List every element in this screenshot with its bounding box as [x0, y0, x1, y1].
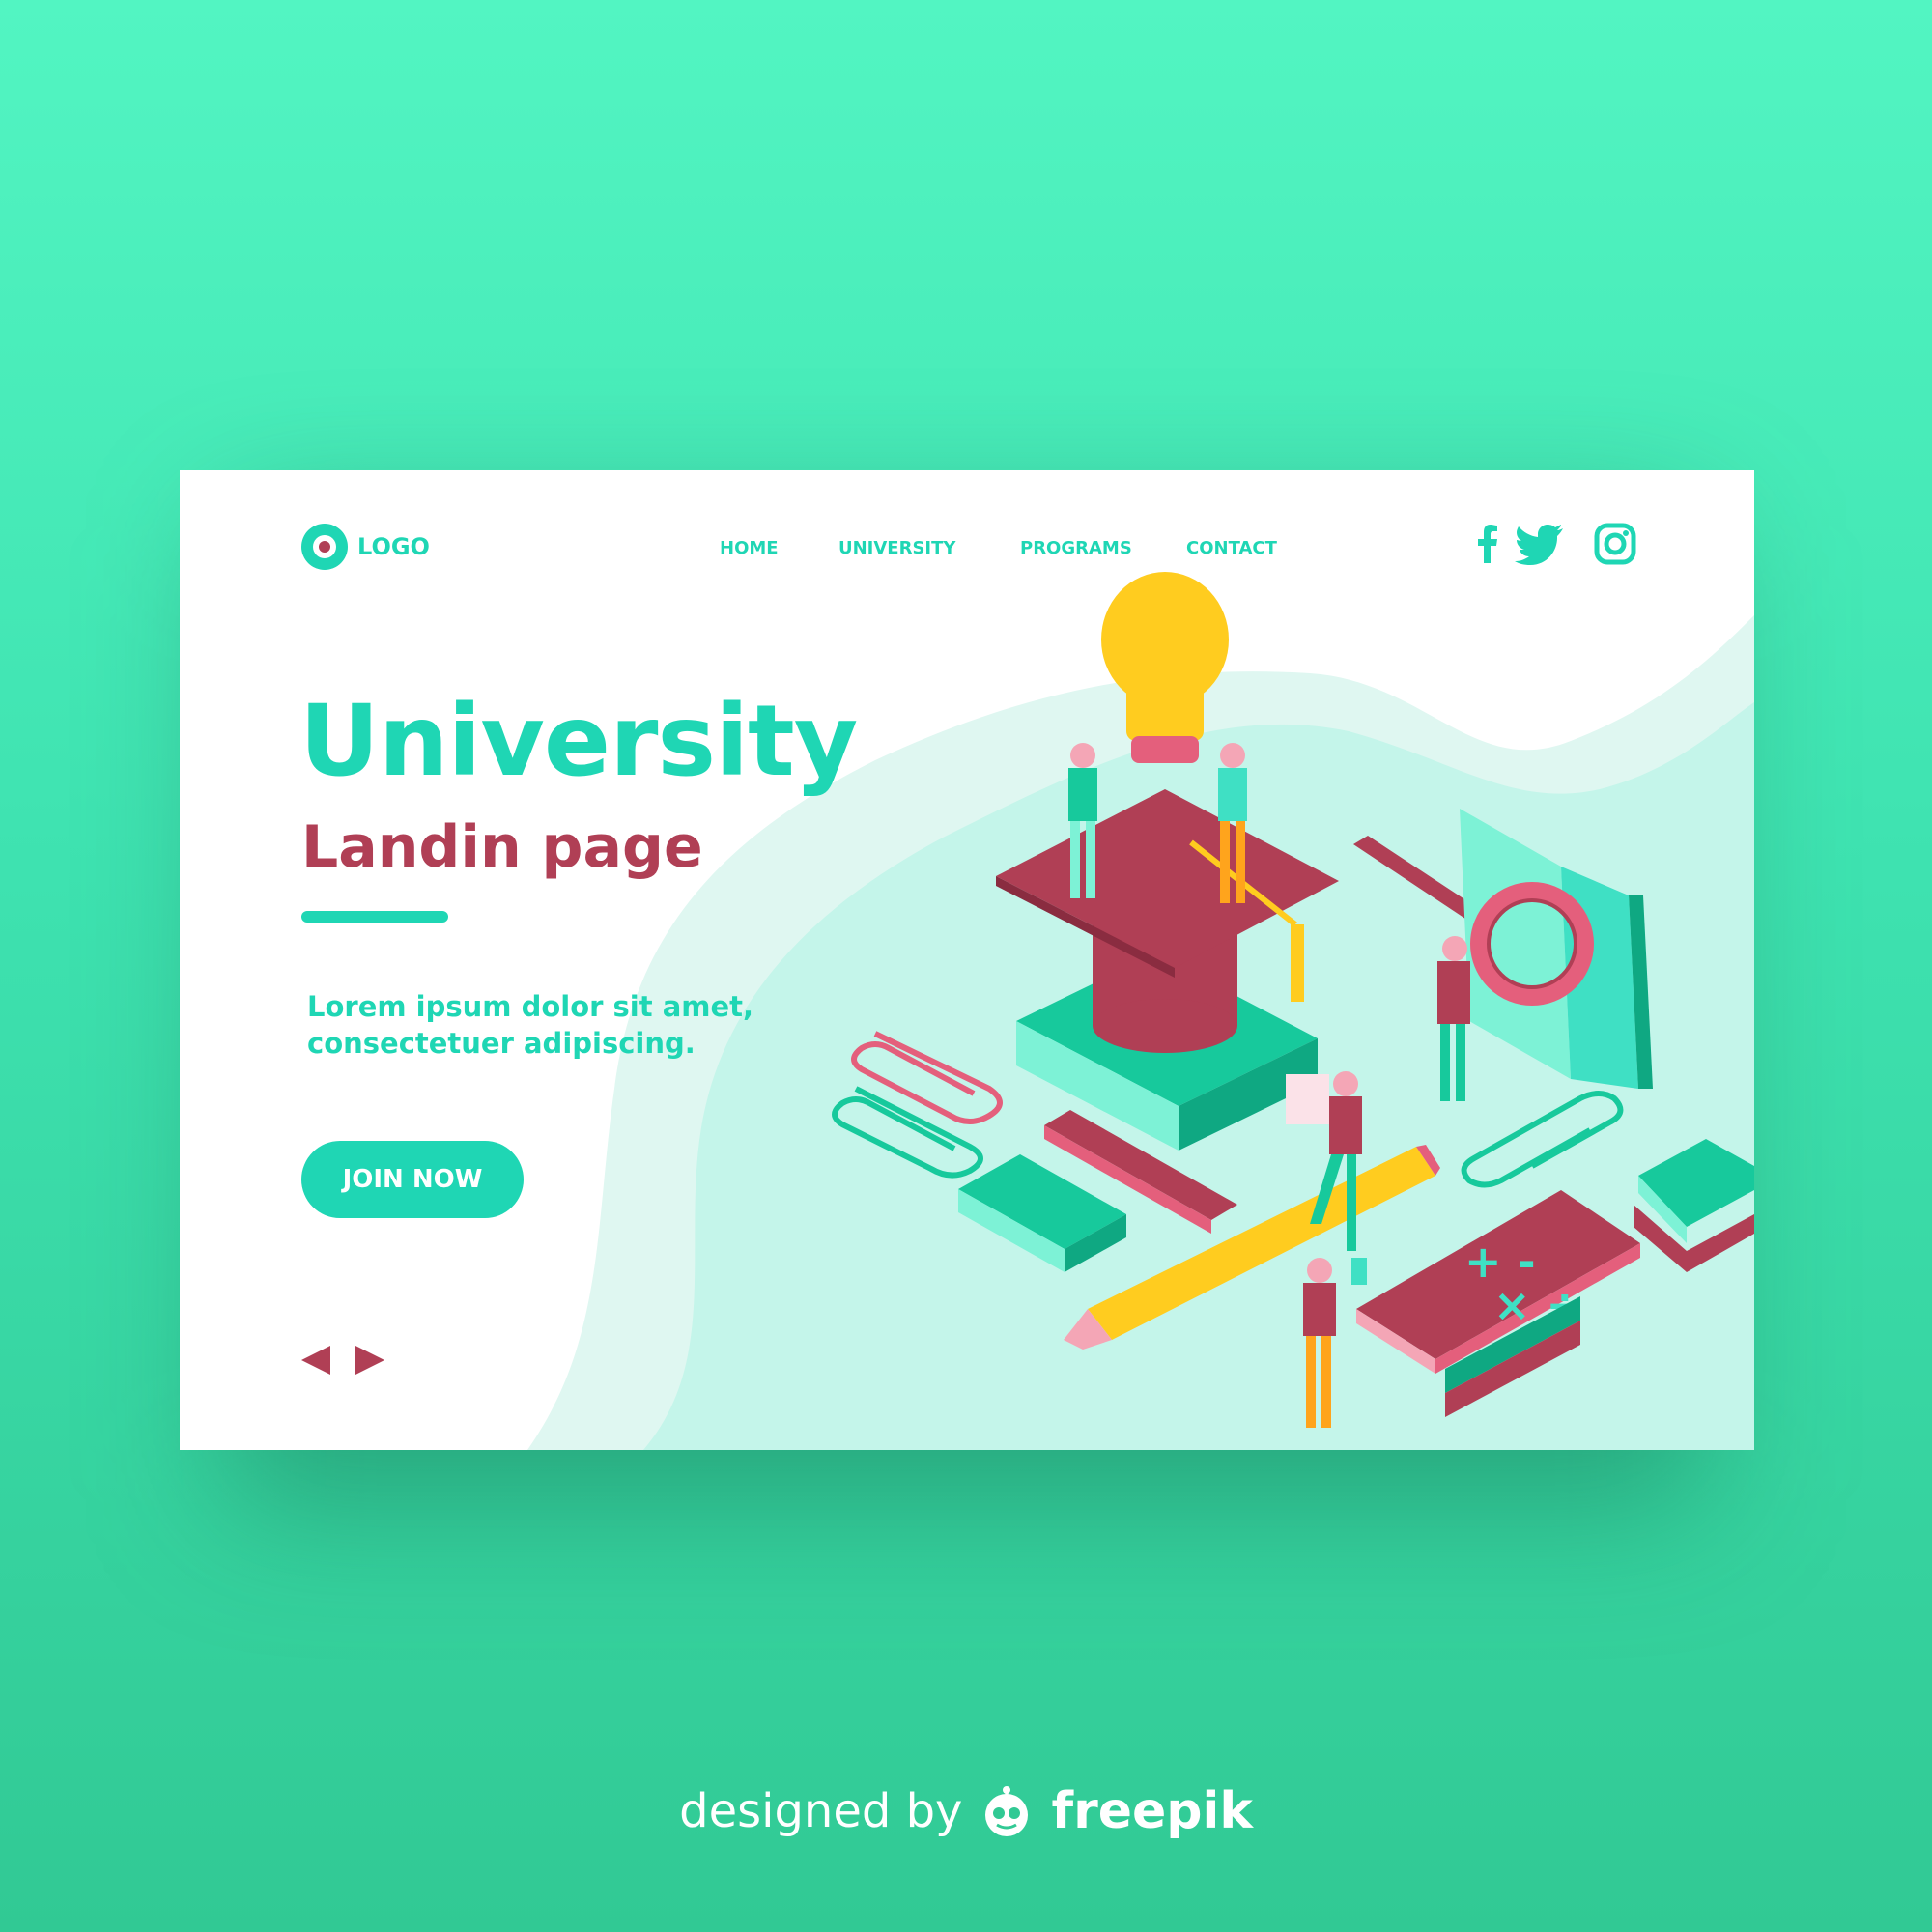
logo-mark-icon — [301, 524, 348, 570]
nav-item-programs[interactable]: PROGRAMS — [1020, 538, 1132, 558]
hero-description: Lorem ipsum dolor sit amet, consectetuer… — [307, 988, 848, 1062]
hero-subtitle: Landin page — [301, 813, 703, 881]
hero-divider — [301, 911, 448, 923]
light-bulb-illustration — [1101, 572, 1229, 763]
previous-arrow-icon[interactable] — [299, 1344, 332, 1377]
facebook-icon[interactable] — [1464, 521, 1511, 567]
join-now-button[interactable]: JOIN NOW — [301, 1141, 524, 1218]
credit-brand: freepik — [1051, 1782, 1253, 1840]
twitter-icon[interactable] — [1515, 521, 1565, 567]
nav-item-university[interactable]: UNIVERSITY — [838, 538, 955, 558]
next-arrow-icon[interactable] — [354, 1344, 386, 1377]
credit-prefix: designed by — [679, 1784, 963, 1838]
person-phone-illustration — [1303, 1258, 1367, 1428]
freepik-credit: designed by freepik — [0, 1782, 1932, 1840]
logo-text: LOGO — [357, 533, 430, 560]
instagram-icon[interactable] — [1592, 521, 1638, 567]
freepik-logo-icon — [985, 1786, 1029, 1836]
hero-title: University — [299, 684, 858, 799]
nav-item-home[interactable]: HOME — [720, 538, 779, 558]
small-book-illustration — [958, 1154, 1126, 1272]
isometric-university-illustration: + - × ÷ — [832, 572, 1754, 1428]
hero-description-line-1: Lorem ipsum dolor sit amet, — [307, 990, 754, 1023]
logo[interactable]: LOGO — [301, 524, 430, 570]
person-magnifier-illustration — [1437, 936, 1470, 1101]
right-books-illustration — [1634, 1139, 1754, 1272]
hero-description-line-2: consectetuer adipiscing. — [307, 1027, 696, 1060]
nav-item-contact[interactable]: CONTACT — [1186, 538, 1277, 558]
landing-page-card: + - × ÷ LOGO HOME UNIVERSITY PROGRAMS CO… — [180, 470, 1754, 1450]
